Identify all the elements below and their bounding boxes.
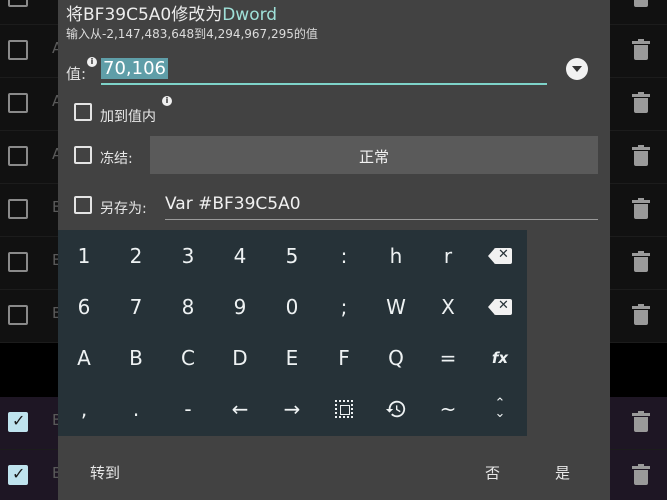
row-checkbox[interactable]	[8, 199, 28, 219]
backspace-key[interactable]: ✕	[474, 230, 526, 281]
yes-button[interactable]: 是	[555, 462, 570, 483]
row-checkbox[interactable]	[8, 0, 28, 7]
key-h[interactable]: h	[370, 230, 422, 281]
freeze-label: 冻结:	[100, 151, 133, 167]
key-w[interactable]: W	[370, 281, 422, 332]
add-to-value-checkbox[interactable]	[74, 103, 92, 121]
no-button[interactable]: 否	[485, 462, 500, 483]
key-period[interactable]: .	[110, 383, 162, 434]
save-as-input-text: Var #BF39C5A0	[165, 194, 301, 214]
key-q[interactable]: Q	[370, 332, 422, 383]
key-equals[interactable]: =	[422, 332, 474, 383]
freeze-mode-label: 正常	[358, 148, 389, 166]
value-input-text: 70,106	[101, 58, 168, 79]
key-6[interactable]: 6	[58, 281, 110, 332]
key-tilde[interactable]: ~	[422, 383, 474, 434]
select-all-icon	[335, 399, 353, 418]
key-right-arrow[interactable]: →	[266, 383, 318, 434]
key-c[interactable]: C	[162, 332, 214, 383]
trash-icon[interactable]	[632, 251, 650, 273]
trash-icon[interactable]	[632, 464, 650, 486]
trash-icon[interactable]	[632, 198, 650, 220]
trash-icon[interactable]	[632, 0, 650, 8]
key-r[interactable]: r	[422, 230, 474, 281]
save-as-label: 另存为:	[100, 201, 147, 217]
save-as-checkbox[interactable]	[74, 196, 92, 214]
row-checkbox[interactable]	[8, 464, 28, 485]
delete-icon: ✕	[488, 298, 512, 315]
trash-icon[interactable]	[632, 145, 650, 167]
key-x[interactable]: X	[422, 281, 474, 332]
history-key[interactable]	[370, 383, 422, 434]
key-7[interactable]: 7	[110, 281, 162, 332]
key-a[interactable]: A	[58, 332, 110, 383]
collapse-icon: ⌃ ⌄	[494, 395, 506, 421]
value-type: Dword	[222, 5, 278, 25]
key-5[interactable]: 5	[266, 230, 318, 281]
row-checkbox[interactable]	[8, 411, 28, 432]
key-2[interactable]: 2	[110, 230, 162, 281]
key-0[interactable]: 0	[266, 281, 318, 332]
row-checkbox[interactable]	[8, 305, 28, 325]
key-4[interactable]: 4	[214, 230, 266, 281]
key-b[interactable]: B	[110, 332, 162, 383]
trash-icon[interactable]	[632, 39, 650, 61]
add-to-value-info-icon[interactable]: i	[162, 96, 172, 106]
trash-icon[interactable]	[632, 92, 650, 114]
row-checkbox[interactable]	[8, 252, 28, 272]
history-dropdown-icon[interactable]	[566, 58, 588, 80]
trash-icon[interactable]	[632, 304, 650, 326]
dialog-title: 将BF39C5A0修改为Dword	[66, 5, 278, 25]
value-label: 值:	[66, 65, 87, 83]
collapse-keyboard-key[interactable]: ⌃ ⌄	[474, 383, 526, 434]
key-semicolon[interactable]: ;	[318, 281, 370, 332]
key-comma[interactable]: ,	[58, 383, 110, 434]
key-minus[interactable]: -	[162, 383, 214, 434]
save-as-input[interactable]: Var #BF39C5A0	[165, 192, 598, 220]
key-1[interactable]: 1	[58, 230, 110, 281]
select-all-key[interactable]	[318, 383, 370, 434]
hex-keyboard: 1 2 3 4 5: h r ✕ 6 7 8 9 0; W X ✕ A B C D E F Q = fx,. - ← → ~ ⌃ ⌄	[58, 230, 527, 436]
key-e[interactable]: E	[266, 332, 318, 383]
backspace-icon: ✕	[488, 247, 512, 264]
delete-key[interactable]: ✕	[474, 281, 526, 332]
value-info-icon[interactable]: i	[87, 57, 97, 67]
trash-icon[interactable]	[632, 411, 650, 433]
key-colon[interactable]: :	[318, 230, 370, 281]
key-9[interactable]: 9	[214, 281, 266, 332]
add-to-value-label: 加到值内	[100, 109, 156, 125]
freeze-mode-button[interactable]: 正常	[150, 136, 598, 174]
goto-button[interactable]: 转到	[90, 462, 120, 483]
key-f[interactable]: F	[318, 332, 370, 383]
row-checkbox[interactable]	[8, 40, 28, 60]
key-3[interactable]: 3	[162, 230, 214, 281]
key-left-arrow[interactable]: ←	[214, 383, 266, 434]
value-range-hint: 输入从-2,147,483,648到4,294,967,295的值	[66, 27, 318, 41]
function-key[interactable]: fx	[474, 332, 526, 383]
row-checkbox[interactable]	[8, 93, 28, 113]
key-d[interactable]: D	[214, 332, 266, 383]
history-icon	[385, 400, 406, 417]
row-checkbox[interactable]	[8, 146, 28, 166]
freeze-checkbox[interactable]	[74, 146, 92, 164]
key-8[interactable]: 8	[162, 281, 214, 332]
value-input[interactable]: 70,106	[101, 55, 547, 85]
